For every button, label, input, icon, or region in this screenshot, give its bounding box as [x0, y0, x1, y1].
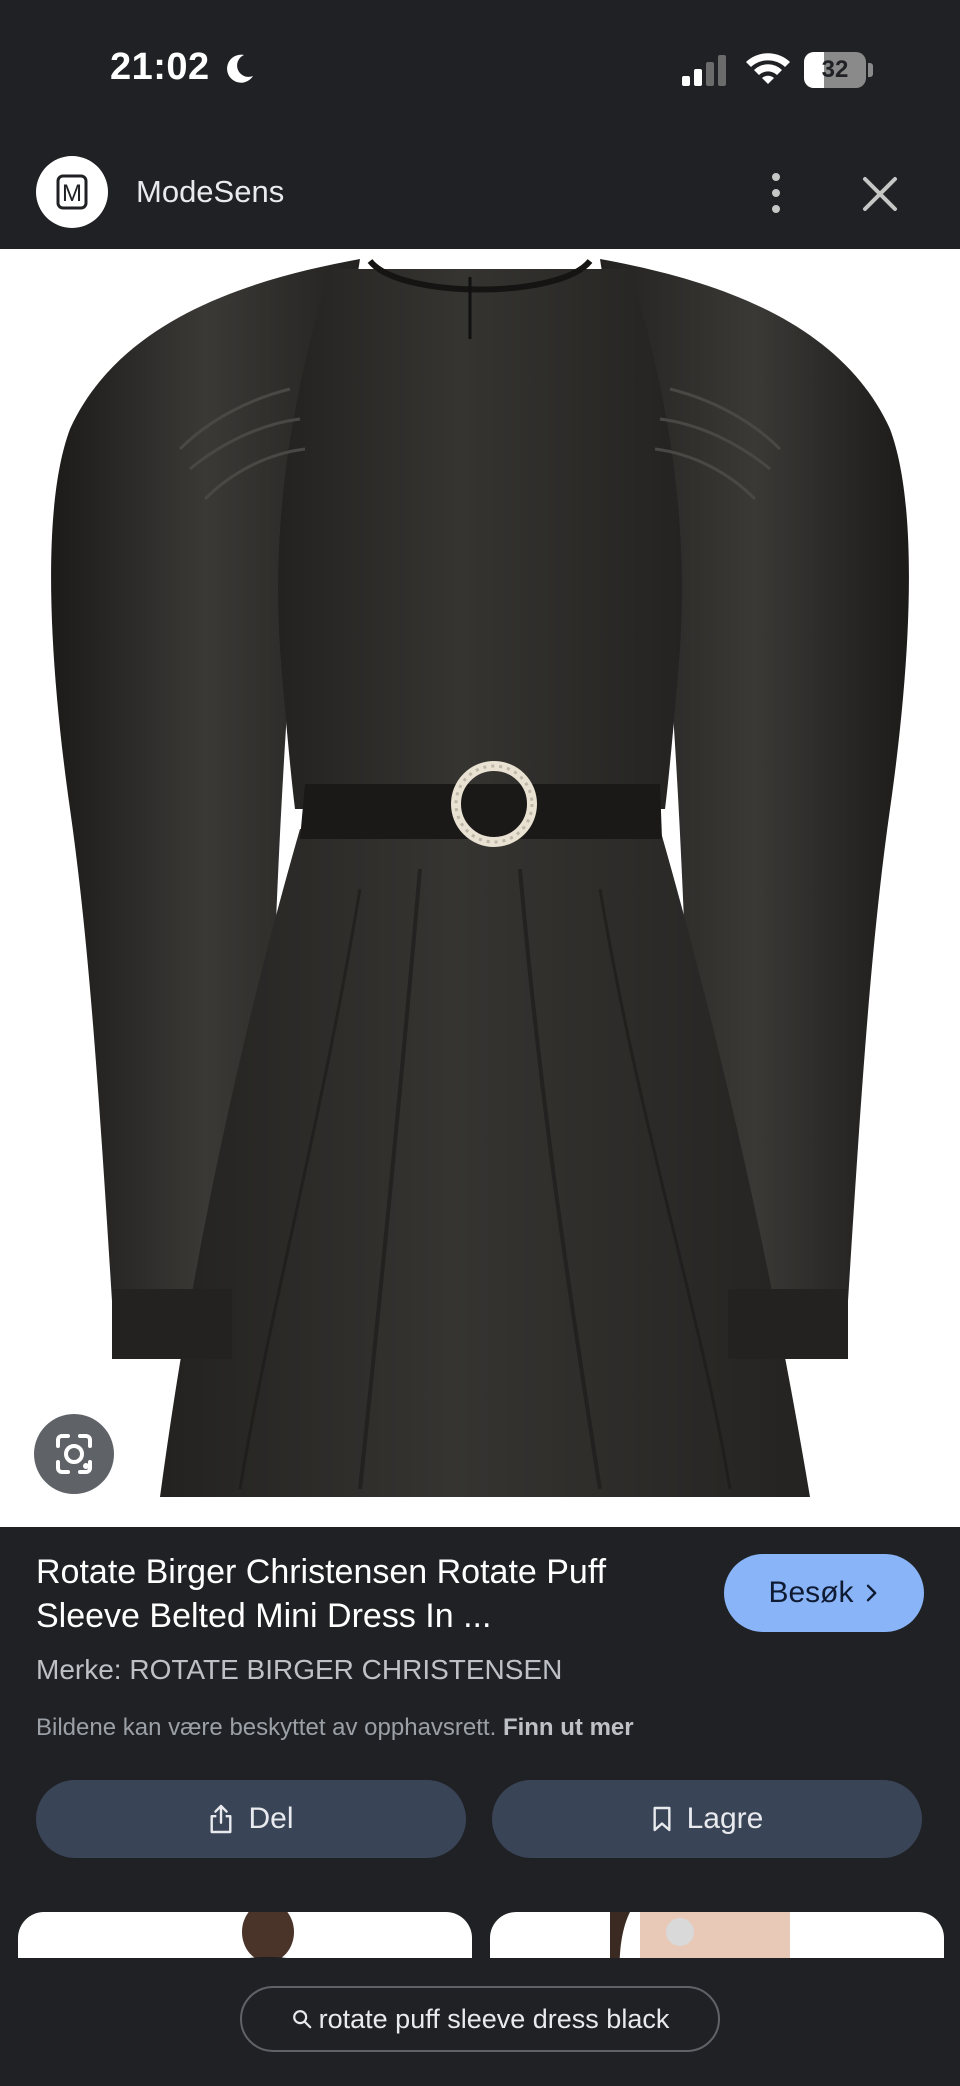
status-bar: 21:02 32 [0, 0, 960, 140]
bookmark-icon [653, 1806, 671, 1832]
search-icon [292, 2010, 311, 2029]
search-query: rotate puff sleeve dress black [318, 2003, 670, 2034]
lens-icon [56, 1434, 92, 1474]
wifi-icon [746, 53, 790, 84]
close-icon [863, 177, 897, 211]
lens-button[interactable] [34, 1414, 114, 1494]
share-button[interactable]: Del [36, 1780, 466, 1858]
copyright-text: Bildene kan være beskyttet av opphavsret… [36, 1714, 497, 1741]
status-time: 21:02 [110, 46, 210, 88]
dress-illustration [51, 258, 909, 1497]
copyright-notice: Bildene kan være beskyttet av opphavsret… [36, 1714, 634, 1742]
site-name[interactable]: ModeSens [136, 174, 284, 210]
signal-icon [682, 55, 726, 86]
visit-label: Besøk [768, 1576, 854, 1609]
battery-icon: 32 [804, 52, 873, 88]
chevron-right-icon [866, 1584, 876, 1602]
svg-text:M: M [62, 180, 82, 207]
visit-button[interactable]: Besøk [724, 1554, 924, 1632]
search-query-pill[interactable]: rotate puff sleeve dress black [240, 1986, 720, 2052]
site-header: M ModeSens [0, 150, 960, 250]
battery-level: 32 [821, 56, 849, 83]
share-label: Del [248, 1802, 294, 1835]
brand-line: Merke: ROTATE BIRGER CHRISTENSEN [36, 1654, 563, 1685]
product-title[interactable]: Rotate Birger Christensen Rotate Puff Sl… [36, 1550, 676, 1638]
more-vert-icon [772, 173, 780, 213]
more-options-button[interactable] [756, 168, 796, 218]
product-image[interactable] [0, 249, 960, 1527]
learn-more-link[interactable]: Finn ut mer [503, 1714, 634, 1741]
site-logo[interactable]: M [36, 156, 108, 228]
screen: 21:02 32 M ModeSens Rotate Birger Christ… [0, 0, 960, 2086]
bottom-search-bar: rotate puff sleeve dress black [0, 1958, 960, 2086]
share-icon [210, 1804, 232, 1834]
moon-icon [227, 54, 253, 83]
save-label: Lagre [686, 1802, 764, 1835]
modesens-logo-icon: M [56, 174, 88, 210]
save-button[interactable]: Lagre [492, 1780, 922, 1858]
close-button[interactable] [856, 170, 904, 218]
